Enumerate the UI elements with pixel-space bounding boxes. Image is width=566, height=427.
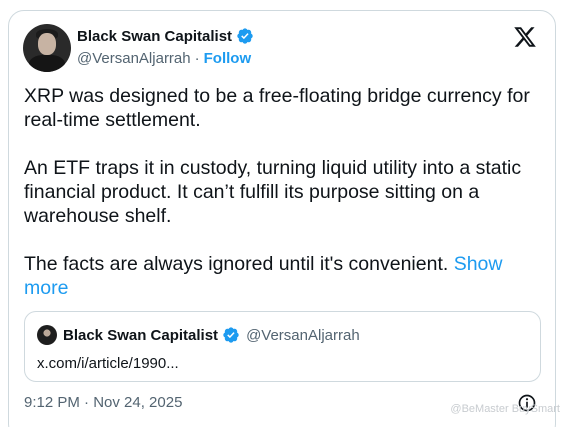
- watermark: @BeMaster BuySmart: [450, 403, 560, 415]
- verified-badge-icon: [237, 28, 253, 44]
- tweet-card: Black Swan Capitalist @VersanAljarrah · …: [8, 10, 556, 427]
- verified-badge-icon: [223, 327, 239, 343]
- tweet-paragraph-last: The facts are always ignored until it's …: [24, 252, 544, 300]
- x-logo-icon[interactable]: [513, 25, 537, 49]
- separator-dot: ·: [194, 50, 200, 67]
- tweet-paragraph: An ETF traps it in custody, turning liqu…: [24, 157, 522, 227]
- author-handle-row: @VersanAljarrah · Follow: [77, 50, 251, 67]
- timestamp[interactable]: 9:12 PM · Nov 24, 2025: [24, 394, 182, 411]
- author-name-row: Black Swan Capitalist: [77, 27, 254, 45]
- quoted-author-row: Black Swan Capitalist @VersanAljarrah: [63, 326, 360, 344]
- avatar[interactable]: [23, 24, 71, 72]
- quoted-avatar: [37, 325, 57, 345]
- tweet-text: XRP was designed to be a free-floating b…: [24, 84, 544, 300]
- author-display-name[interactable]: Black Swan Capitalist: [77, 28, 232, 45]
- quoted-handle: @VersanAljarrah: [246, 326, 360, 344]
- tweet-paragraph: XRP was designed to be a free-floating b…: [24, 85, 530, 131]
- quoted-display-name: Black Swan Capitalist: [63, 326, 219, 344]
- author-handle[interactable]: @VersanAljarrah: [77, 50, 191, 67]
- quoted-article-link[interactable]: x.com/i/article/1990...: [37, 355, 179, 372]
- quoted-tweet-card[interactable]: Black Swan Capitalist @VersanAljarrah x.…: [24, 311, 541, 382]
- tweet-paragraph-text: The facts are always ignored until it's …: [24, 253, 449, 275]
- follow-button[interactable]: Follow: [204, 50, 252, 67]
